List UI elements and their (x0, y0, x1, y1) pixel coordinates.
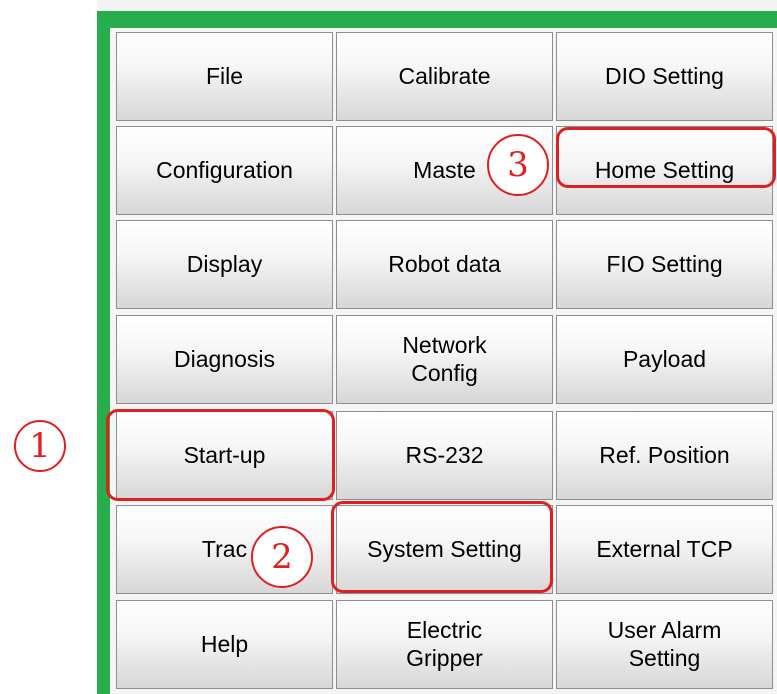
calibrate-button[interactable]: Calibrate (336, 32, 553, 121)
step-1-marker: 1 (14, 420, 66, 472)
configuration-button[interactable]: Configuration (116, 126, 333, 215)
user-alarm-setting-button[interactable]: User Alarm Setting (556, 600, 773, 689)
home-setting-button[interactable]: Home Setting (556, 126, 773, 215)
ref-position-button[interactable]: Ref. Position (556, 411, 773, 500)
robot-data-button[interactable]: Robot data (336, 220, 553, 309)
network-config-button[interactable]: Network Config (336, 315, 553, 404)
help-button[interactable]: Help (116, 600, 333, 689)
file-button[interactable]: File (116, 32, 333, 121)
step-2-marker: 2 (251, 526, 313, 588)
system-setting-button[interactable]: System Setting (336, 505, 553, 594)
payload-button[interactable]: Payload (556, 315, 773, 404)
start-up-button[interactable]: Start-up (116, 411, 333, 500)
external-tcp-button[interactable]: External TCP (556, 505, 773, 594)
display-button[interactable]: Display (116, 220, 333, 309)
electric-gripper-button[interactable]: Electric Gripper (336, 600, 553, 689)
fio-setting-button[interactable]: FIO Setting (556, 220, 773, 309)
rs-232-button[interactable]: RS-232 (336, 411, 553, 500)
diagnosis-button[interactable]: Diagnosis (116, 315, 333, 404)
dio-setting-button[interactable]: DIO Setting (556, 32, 773, 121)
step-3-marker: 3 (487, 134, 549, 196)
